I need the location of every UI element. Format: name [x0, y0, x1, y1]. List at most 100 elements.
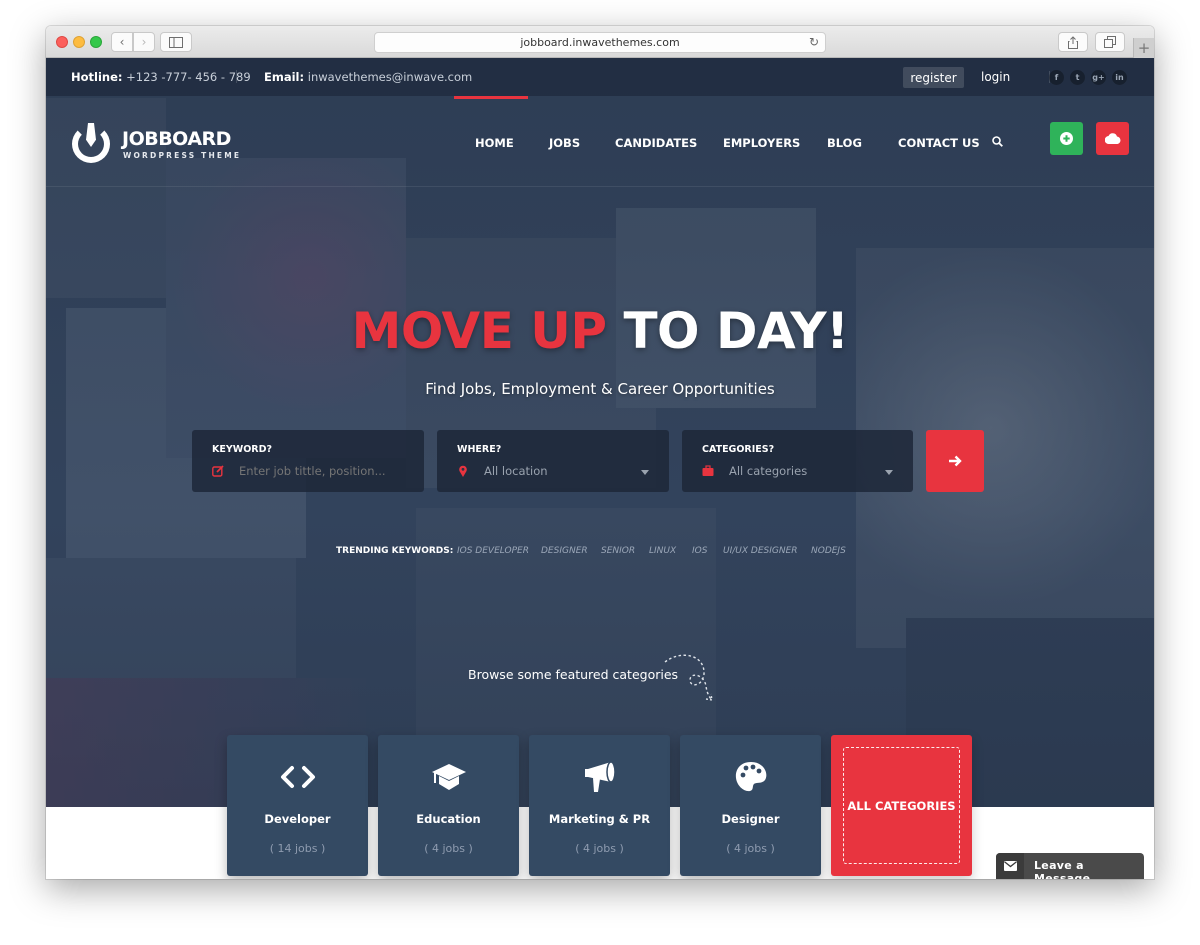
show-tabs-button[interactable]: [1095, 32, 1125, 52]
share-icon: [1068, 35, 1078, 49]
google-plus-icon[interactable]: g+: [1091, 70, 1106, 85]
login-link[interactable]: login: [981, 70, 1010, 84]
browser-toolbar: ‹ › jobboard.inwavethemes.com ↻ +: [46, 26, 1154, 58]
trending-keyword[interactable]: LINUX: [649, 546, 676, 556]
cloud-icon: [1104, 133, 1120, 144]
leave-message-label: Leave a Message: [1034, 859, 1091, 879]
hotline: Hotline: +123 -777- 456 - 789: [71, 70, 251, 84]
trending-keyword[interactable]: IOS: [692, 546, 707, 556]
keyword-label: KEYWORD?: [212, 444, 272, 455]
dashed-arrow-icon: [664, 654, 713, 701]
logo-title: JOBBOARD: [122, 128, 231, 150]
category-count: ( 14 jobs ): [269, 842, 326, 855]
linkedin-icon[interactable]: in: [1112, 70, 1127, 85]
register-button[interactable]: register: [903, 67, 964, 88]
category-value: All categories: [729, 464, 808, 478]
email: Email: inwavethemes@inwave.com: [264, 70, 472, 84]
tabs-icon: [1104, 36, 1116, 48]
trending-keyword[interactable]: IOS DEVELOPER: [457, 546, 529, 556]
sidebar-toggle-button[interactable]: [160, 32, 192, 52]
facebook-icon[interactable]: f: [1049, 70, 1064, 85]
browser-window: ‹ › jobboard.inwavethemes.com ↻ + Hotlin…: [46, 26, 1154, 879]
logo-subtitle: WORDPRESS THEME: [123, 151, 242, 160]
hotline-value[interactable]: +123 -777- 456 - 789: [126, 70, 251, 84]
palette-icon: [735, 762, 766, 792]
category-name: Developer: [264, 812, 331, 826]
leave-message-widget[interactable]: Leave a Message: [996, 853, 1144, 879]
twitter-icon[interactable]: t: [1070, 70, 1085, 85]
category-card-designer[interactable]: Designer ( 4 jobs ): [680, 735, 821, 876]
upload-resume-button[interactable]: [1096, 122, 1129, 155]
nav-contact-us[interactable]: CONTACT US: [898, 136, 980, 150]
briefcase-icon: [702, 465, 714, 476]
share-button[interactable]: [1058, 32, 1088, 52]
reload-icon[interactable]: ↻: [809, 35, 819, 49]
address-bar[interactable]: jobboard.inwavethemes.com ↻: [374, 32, 826, 53]
arrow-right-icon: [949, 455, 962, 467]
page: Hotline: +123 -777- 456 - 789 Email: inw…: [46, 58, 1154, 879]
maximize-window-button[interactable]: [90, 36, 102, 48]
forward-button[interactable]: ›: [133, 32, 155, 52]
categories-label: CATEGORIES?: [702, 444, 775, 455]
edit-icon: [212, 465, 224, 477]
category-name: Designer: [721, 812, 780, 826]
nav-blog[interactable]: BLOG: [827, 136, 862, 150]
nav-candidates[interactable]: CANDIDATES: [615, 136, 697, 150]
hero-section: Hotline: +123 -777- 456 - 789 Email: inw…: [46, 58, 1154, 807]
close-window-button[interactable]: [56, 36, 68, 48]
envelope-icon: [996, 853, 1024, 879]
hero-title-rest: TO DAY!: [606, 302, 849, 360]
back-icon: ‹: [119, 35, 125, 49]
hotline-label: Hotline:: [71, 70, 123, 84]
category-card-developer[interactable]: Developer ( 14 jobs ): [227, 735, 368, 876]
graduation-cap-icon: [431, 764, 466, 790]
hero-subtitle: Find Jobs, Employment & Career Opportuni…: [425, 380, 775, 398]
trending-keyword[interactable]: SENIOR: [601, 546, 635, 556]
code-icon: [280, 766, 315, 788]
site-header: JOBBOARD WORDPRESS THEME HOME JOBS CANDI…: [46, 96, 1154, 187]
category-name: Marketing & PR: [548, 812, 651, 826]
hero-title: MOVE UP TO DAY!: [46, 302, 1154, 360]
trending-keyword[interactable]: NODEJS: [811, 546, 846, 556]
category-count: ( 4 jobs ): [424, 842, 473, 855]
browse-categories-text: Browse some featured categories: [468, 667, 679, 682]
nav-home[interactable]: HOME: [475, 136, 514, 150]
forward-icon: ›: [141, 35, 147, 49]
category-name: Education: [416, 812, 481, 826]
back-button[interactable]: ‹: [111, 32, 133, 52]
post-job-button[interactable]: [1050, 122, 1083, 155]
search-submit-button[interactable]: [926, 430, 984, 492]
email-label: Email:: [264, 70, 305, 84]
new-tab-icon: +: [1137, 39, 1151, 57]
top-bar: Hotline: +123 -777- 456 - 789 Email: inw…: [46, 58, 1154, 96]
divider: [236, 70, 237, 83]
active-nav-indicator: [454, 96, 528, 99]
trending-label: TRENDING KEYWORDS:: [336, 546, 454, 556]
megaphone-icon: [584, 761, 616, 792]
url-text: jobboard.inwavethemes.com: [520, 36, 680, 49]
trending-keyword[interactable]: DESIGNER: [541, 546, 588, 556]
nav-jobs[interactable]: JOBS: [549, 136, 580, 150]
chevron-down-icon: [885, 470, 893, 475]
all-categories-label: ALL CATEGORIES: [843, 747, 960, 864]
location-value: All location: [484, 464, 548, 478]
nav-employers[interactable]: EMPLOYERS: [723, 136, 800, 150]
category-card-education[interactable]: Education ( 4 jobs ): [378, 735, 519, 876]
plus-circle-icon: [1060, 132, 1073, 145]
email-value[interactable]: inwavethemes@inwave.com: [308, 70, 473, 84]
search-icon[interactable]: [992, 136, 1003, 147]
chevron-down-icon: [641, 470, 649, 475]
where-label: WHERE?: [457, 444, 502, 455]
category-count: ( 4 jobs ): [575, 842, 624, 855]
trending-keyword[interactable]: UI/UX DESIGNER: [723, 546, 798, 556]
category-card-marketing[interactable]: Marketing & PR ( 4 jobs ): [529, 735, 670, 876]
location-select[interactable]: WHERE? All location: [437, 430, 669, 492]
category-select[interactable]: CATEGORIES? All categories: [682, 430, 913, 492]
map-pin-icon: [459, 465, 467, 477]
minimize-window-button[interactable]: [73, 36, 85, 48]
all-categories-button[interactable]: ALL CATEGORIES: [831, 735, 972, 876]
keyword-field[interactable]: KEYWORD?: [192, 430, 424, 492]
keyword-input[interactable]: [239, 464, 409, 478]
new-tab-button[interactable]: +: [1133, 38, 1154, 58]
sidebar-icon: [169, 36, 183, 48]
